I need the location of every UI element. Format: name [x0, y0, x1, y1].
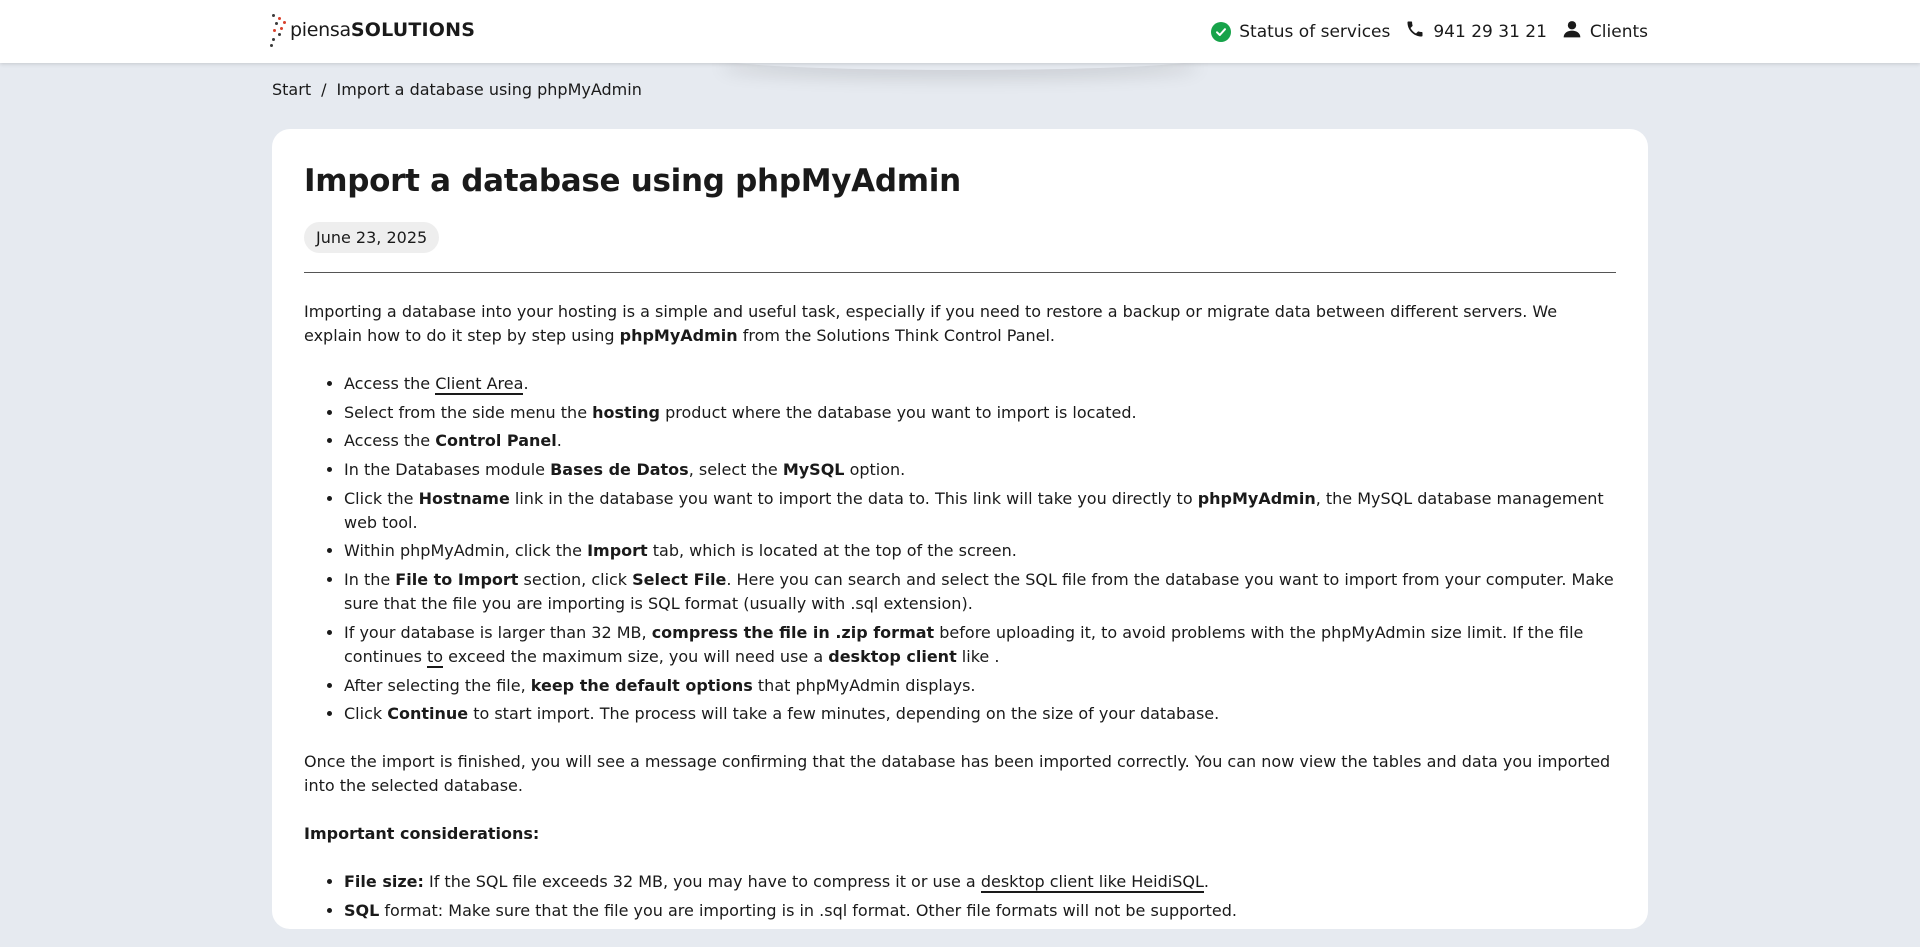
- step-bold: Import: [587, 541, 648, 561]
- step-text: In the: [344, 570, 396, 590]
- client-area-link[interactable]: Client Area: [435, 374, 524, 395]
- step-text: product where the database you want to i…: [660, 402, 1137, 422]
- step-text: Within phpMyAdmin, click the: [344, 541, 588, 561]
- considerations-heading: Important considerations:: [304, 824, 540, 844]
- step-text: Select from the side menu the: [344, 402, 593, 422]
- page-title: Import a database using phpMyAdmin: [304, 163, 961, 199]
- step-text: tab, which is located at the top of the …: [647, 541, 1017, 561]
- phone-icon: [1405, 19, 1425, 44]
- list-item: Access the Control Panel.: [344, 429, 1616, 453]
- step-text: In the Databases module: [344, 460, 551, 480]
- to-link[interactable]: to: [427, 646, 444, 668]
- divider: [304, 272, 1616, 273]
- step-text: like .: [956, 646, 1000, 666]
- step-bold: keep the default options: [530, 675, 753, 695]
- heidisql-link[interactable]: desktop client like HeidiSQL: [980, 872, 1204, 894]
- steps-list: Access the Client Area. Select from the …: [304, 372, 1616, 726]
- site-logo[interactable]: piensaSOLUTIONS: [270, 12, 475, 48]
- step-text: to start import. The process will take a…: [468, 704, 1220, 724]
- logo-bold: SOLUTIONS: [350, 19, 476, 41]
- step-text: exceed the maximum size, you will need u…: [443, 646, 829, 666]
- check-circle-icon: [1211, 21, 1232, 42]
- step-bold: Bases de Datos: [550, 460, 689, 480]
- phone-link[interactable]: 941 29 31 21: [1405, 19, 1547, 44]
- step-bold: MySQL: [782, 460, 845, 480]
- consideration-text: format: Make sure that the file you are …: [379, 900, 1237, 920]
- logo-dots-icon: [270, 12, 288, 48]
- step-text: section, click: [518, 570, 633, 590]
- article-card: Import a database using phpMyAdmin June …: [272, 129, 1648, 929]
- list-item: In the Databases module Bases de Datos, …: [344, 458, 1616, 482]
- intro-text: from the Solutions Think Control Panel.: [737, 326, 1056, 345]
- step-text: .: [556, 431, 562, 451]
- breadcrumb-separator: /: [321, 80, 327, 99]
- step-text: , select the: [688, 460, 783, 480]
- step-text: that phpMyAdmin displays.: [752, 675, 976, 695]
- step-bold: Select File: [632, 570, 727, 590]
- date-badge: June 23, 2025: [304, 222, 440, 253]
- step-text: option.: [844, 460, 906, 480]
- list-item: Access the Client Area.: [344, 372, 1616, 396]
- list-item: Click the Hostname link in the database …: [344, 487, 1616, 535]
- clients-link[interactable]: Clients: [1562, 19, 1648, 44]
- header-nav: Status of services 941 29 31 21 Clients: [1211, 0, 1648, 63]
- phone-number: 941 29 31 21: [1433, 21, 1547, 42]
- list-item: After selecting the file, keep the defau…: [344, 674, 1616, 698]
- step-text: link in the database you want to import …: [509, 488, 1198, 508]
- status-label: Status of services: [1239, 21, 1391, 42]
- considerations-list: File size: If the SQL file exceeds 32 MB…: [304, 870, 1616, 923]
- step-text: Click the: [344, 488, 419, 508]
- step-bold: Hostname: [418, 488, 510, 508]
- breadcrumb: Start / Import a database using phpMyAdm…: [272, 80, 642, 99]
- list-item: In the File to Import section, click Sel…: [344, 568, 1616, 616]
- step-text: Access the: [344, 374, 436, 393]
- list-item: Select from the side menu the hosting pr…: [344, 401, 1616, 425]
- step-bold: compress the file in .zip format: [651, 622, 935, 642]
- list-item: Click Continue to start import. The proc…: [344, 702, 1616, 726]
- step-text: Access the: [344, 431, 436, 451]
- step-bold: Control Panel: [435, 431, 557, 451]
- user-icon: [1562, 19, 1582, 44]
- list-item: Within phpMyAdmin, click the Import tab,…: [344, 539, 1616, 563]
- status-of-services-link[interactable]: Status of services: [1211, 21, 1391, 42]
- breadcrumb-start[interactable]: Start: [272, 80, 311, 99]
- list-item: SQL format: Make sure that the file you …: [344, 899, 1616, 923]
- consideration-text: If the SQL file exceeds 32 MB, you may h…: [423, 872, 981, 892]
- consideration-bold: SQL: [344, 900, 380, 920]
- site-header: piensaSOLUTIONS Status of services 941 2…: [0, 0, 1920, 63]
- outro-paragraph: Once the import is finished, you will se…: [304, 752, 1611, 796]
- step-bold: phpMyAdmin: [1197, 488, 1316, 508]
- step-bold: File to Import: [395, 570, 519, 590]
- article-body: Importing a database into your hosting i…: [304, 300, 1616, 947]
- step-text: .: [523, 374, 529, 393]
- step-bold: hosting: [592, 402, 661, 422]
- step-text: Click: [344, 704, 388, 724]
- intro-paragraph: Importing a database into your hosting i…: [304, 300, 1616, 348]
- logo-wordmark: piensaSOLUTIONS: [290, 19, 475, 41]
- logo-light: piensa: [290, 19, 351, 41]
- consideration-text: .: [1203, 872, 1209, 892]
- intro-bold: phpMyAdmin: [619, 326, 738, 345]
- step-text: After selecting the file,: [344, 675, 531, 695]
- step-bold: Continue: [387, 704, 469, 724]
- step-bold: desktop client: [828, 646, 957, 666]
- consideration-bold: File size:: [344, 872, 424, 892]
- clients-label: Clients: [1589, 21, 1648, 42]
- step-text: If your database is larger than 32 MB,: [344, 622, 652, 642]
- list-item: If your database is larger than 32 MB, c…: [344, 621, 1616, 669]
- breadcrumb-current: Import a database using phpMyAdmin: [336, 80, 642, 99]
